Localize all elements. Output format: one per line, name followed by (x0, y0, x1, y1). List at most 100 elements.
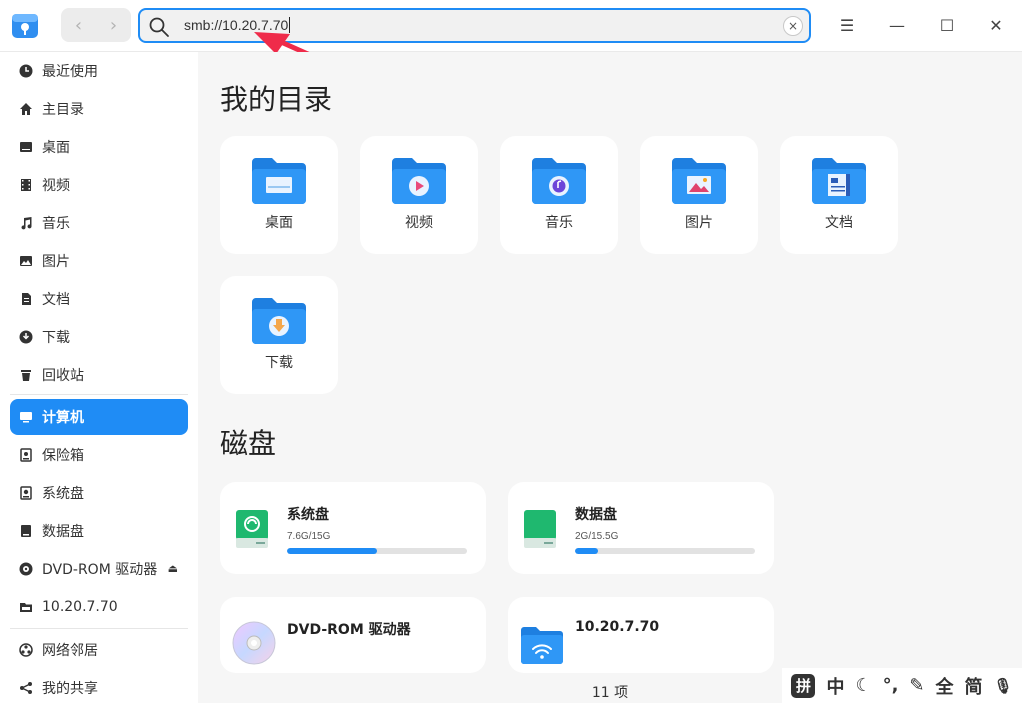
disks-title: 磁盘 (220, 427, 277, 460)
sidebar-item-label: 数据盘 (42, 524, 84, 540)
maximize-button[interactable]: ☐ (934, 12, 960, 38)
sidebar-item-label: 图片 (42, 254, 70, 270)
pictures-folder-icon (672, 158, 726, 204)
ime-punctuation-button[interactable]: °, (883, 675, 899, 696)
folder-tile-desktop[interactable]: 桌面 (220, 136, 338, 254)
desktop-folder-icon (252, 158, 306, 204)
sidebar-item-recent[interactable]: 最近使用 (10, 53, 188, 89)
title-bar: ‹ › smb://10.20.7.70 × ☰ — ☐ ✕ (0, 0, 1022, 52)
music-icon (18, 215, 34, 231)
sidebar-item-pictures[interactable]: 图片 (10, 243, 188, 279)
trash-icon (18, 367, 34, 383)
sidebar-item-label: 文档 (42, 292, 70, 308)
sidebar-item-label: DVD-ROM 驱动器 (42, 562, 158, 578)
back-button[interactable]: ‹ (61, 8, 96, 42)
ime-simplified-button[interactable]: 简 (964, 673, 982, 699)
sidebar-item-system-disk[interactable]: 系统盘 (10, 475, 188, 511)
sidebar-item-network[interactable]: 网络邻居 (10, 632, 188, 668)
disk-usage: 7.6G/15G (287, 531, 331, 542)
sidebar-divider (10, 628, 188, 629)
sidebar-item-vault[interactable]: 保险箱 (10, 437, 188, 473)
disk-name: 系统盘 (287, 507, 329, 523)
disk-usage-bar (287, 548, 467, 554)
eject-button[interactable]: ⏏ (168, 562, 178, 575)
file-manager-logo-icon (10, 10, 40, 40)
sidebar-item-downloads[interactable]: 下载 (10, 319, 188, 355)
image-icon (18, 253, 34, 269)
input-method-toolbar: 拼 中 ☾ °, ✎ 全 简 🎙 (782, 668, 1022, 703)
home-icon (18, 101, 34, 117)
disk-name: 10.20.7.70 (575, 619, 660, 635)
disk-card-system[interactable]: 系统盘 7.6G/15G (220, 482, 486, 574)
ime-microphone-icon[interactable]: 🎙 (993, 677, 1012, 695)
data-disk-icon (524, 510, 556, 548)
sidebar-item-label: 我的共享 (42, 681, 98, 697)
disk-name: 数据盘 (575, 507, 617, 523)
sidebar-item-label: 视频 (42, 178, 70, 194)
sidebar-item-dvd-rom[interactable]: DVD-ROM 驱动器 ⏏ (10, 551, 188, 587)
sidebar-item-smb-host[interactable]: 10.20.7.70 (10, 589, 188, 625)
search-icon (148, 16, 170, 38)
sidebar-item-videos[interactable]: 视频 (10, 167, 188, 203)
clock-icon (18, 63, 34, 79)
sidebar-item-label: 回收站 (42, 368, 84, 384)
sidebar-item-home[interactable]: 主目录 (10, 91, 188, 127)
sidebar-item-trash[interactable]: 回收站 (10, 357, 188, 393)
text-caret (289, 17, 291, 33)
folder-tile-music[interactable]: 音乐 (500, 136, 618, 254)
address-bar[interactable]: smb://10.20.7.70 × (138, 8, 811, 43)
ime-fullwidth-button[interactable]: 全 (935, 673, 953, 699)
sidebar-item-label: 桌面 (42, 140, 70, 156)
sidebar-item-my-shares[interactable]: 我的共享 (10, 670, 188, 703)
ime-pinyin-button[interactable]: 拼 (791, 673, 816, 698)
sidebar-item-label: 最近使用 (42, 64, 98, 80)
documents-folder-icon (812, 158, 866, 204)
sidebar-item-data-disk[interactable]: 数据盘 (10, 513, 188, 549)
sidebar-item-music[interactable]: 音乐 (10, 205, 188, 241)
clear-address-button[interactable]: × (783, 16, 803, 36)
folder-label: 下载 (265, 355, 293, 371)
desktop-icon (18, 139, 34, 155)
share-icon (18, 680, 34, 696)
folder-tile-documents[interactable]: 文档 (780, 136, 898, 254)
folder-label: 图片 (685, 215, 713, 231)
sidebar-item-label: 计算机 (42, 410, 84, 426)
videos-folder-icon (392, 158, 446, 204)
disk-icon (18, 523, 34, 539)
document-icon (18, 291, 34, 307)
disk-card-smb-host[interactable]: 10.20.7.70 (508, 597, 774, 673)
minimize-button[interactable]: — (884, 12, 910, 38)
sidebar-item-label: 主目录 (42, 102, 84, 118)
sidebar-item-computer[interactable]: 计算机 (10, 399, 188, 435)
ime-moon-icon[interactable]: ☾ (855, 675, 871, 696)
sidebar: 最近使用 主目录 桌面 视频 音乐 图片 文档 下载 回收站 计算机 保险箱 系… (0, 52, 198, 703)
disk-usage-fill (287, 548, 377, 554)
main-content: 我的目录 桌面 视频 音乐 图片 文档 下载 磁盘 系统盘 7.6G/15G 数… (198, 52, 1022, 703)
music-folder-icon (532, 158, 586, 204)
disk-usage-bar (575, 548, 755, 554)
folder-tile-pictures[interactable]: 图片 (640, 136, 758, 254)
folder-label: 文档 (825, 215, 853, 231)
folder-tile-downloads[interactable]: 下载 (220, 276, 338, 394)
sidebar-item-label: 10.20.7.70 (42, 599, 118, 615)
main-menu-button[interactable]: ☰ (834, 12, 860, 38)
address-value: smb://10.20.7.70 (184, 17, 289, 33)
folder-label: 视频 (405, 215, 433, 231)
sidebar-item-label: 保险箱 (42, 448, 84, 464)
close-window-button[interactable]: ✕ (983, 12, 1009, 38)
address-input[interactable]: smb://10.20.7.70 (184, 17, 291, 33)
sidebar-item-label: 下载 (42, 330, 70, 346)
ime-handwrite-icon[interactable]: ✎ (909, 675, 924, 696)
disk-name: DVD-ROM 驱动器 (287, 622, 411, 638)
sidebar-item-label: 系统盘 (42, 486, 84, 502)
forward-button[interactable]: › (96, 8, 131, 42)
download-icon (18, 329, 34, 345)
network-folder-icon (18, 599, 34, 615)
ime-chinese-mode-button[interactable]: 中 (826, 673, 844, 699)
disk-card-data[interactable]: 数据盘 2G/15.5G (508, 482, 774, 574)
folder-tile-videos[interactable]: 视频 (360, 136, 478, 254)
history-nav: ‹ › (61, 8, 131, 42)
sidebar-item-desktop[interactable]: 桌面 (10, 129, 188, 165)
disk-card-dvd-rom[interactable]: DVD-ROM 驱动器 (220, 597, 486, 673)
sidebar-item-documents[interactable]: 文档 (10, 281, 188, 317)
